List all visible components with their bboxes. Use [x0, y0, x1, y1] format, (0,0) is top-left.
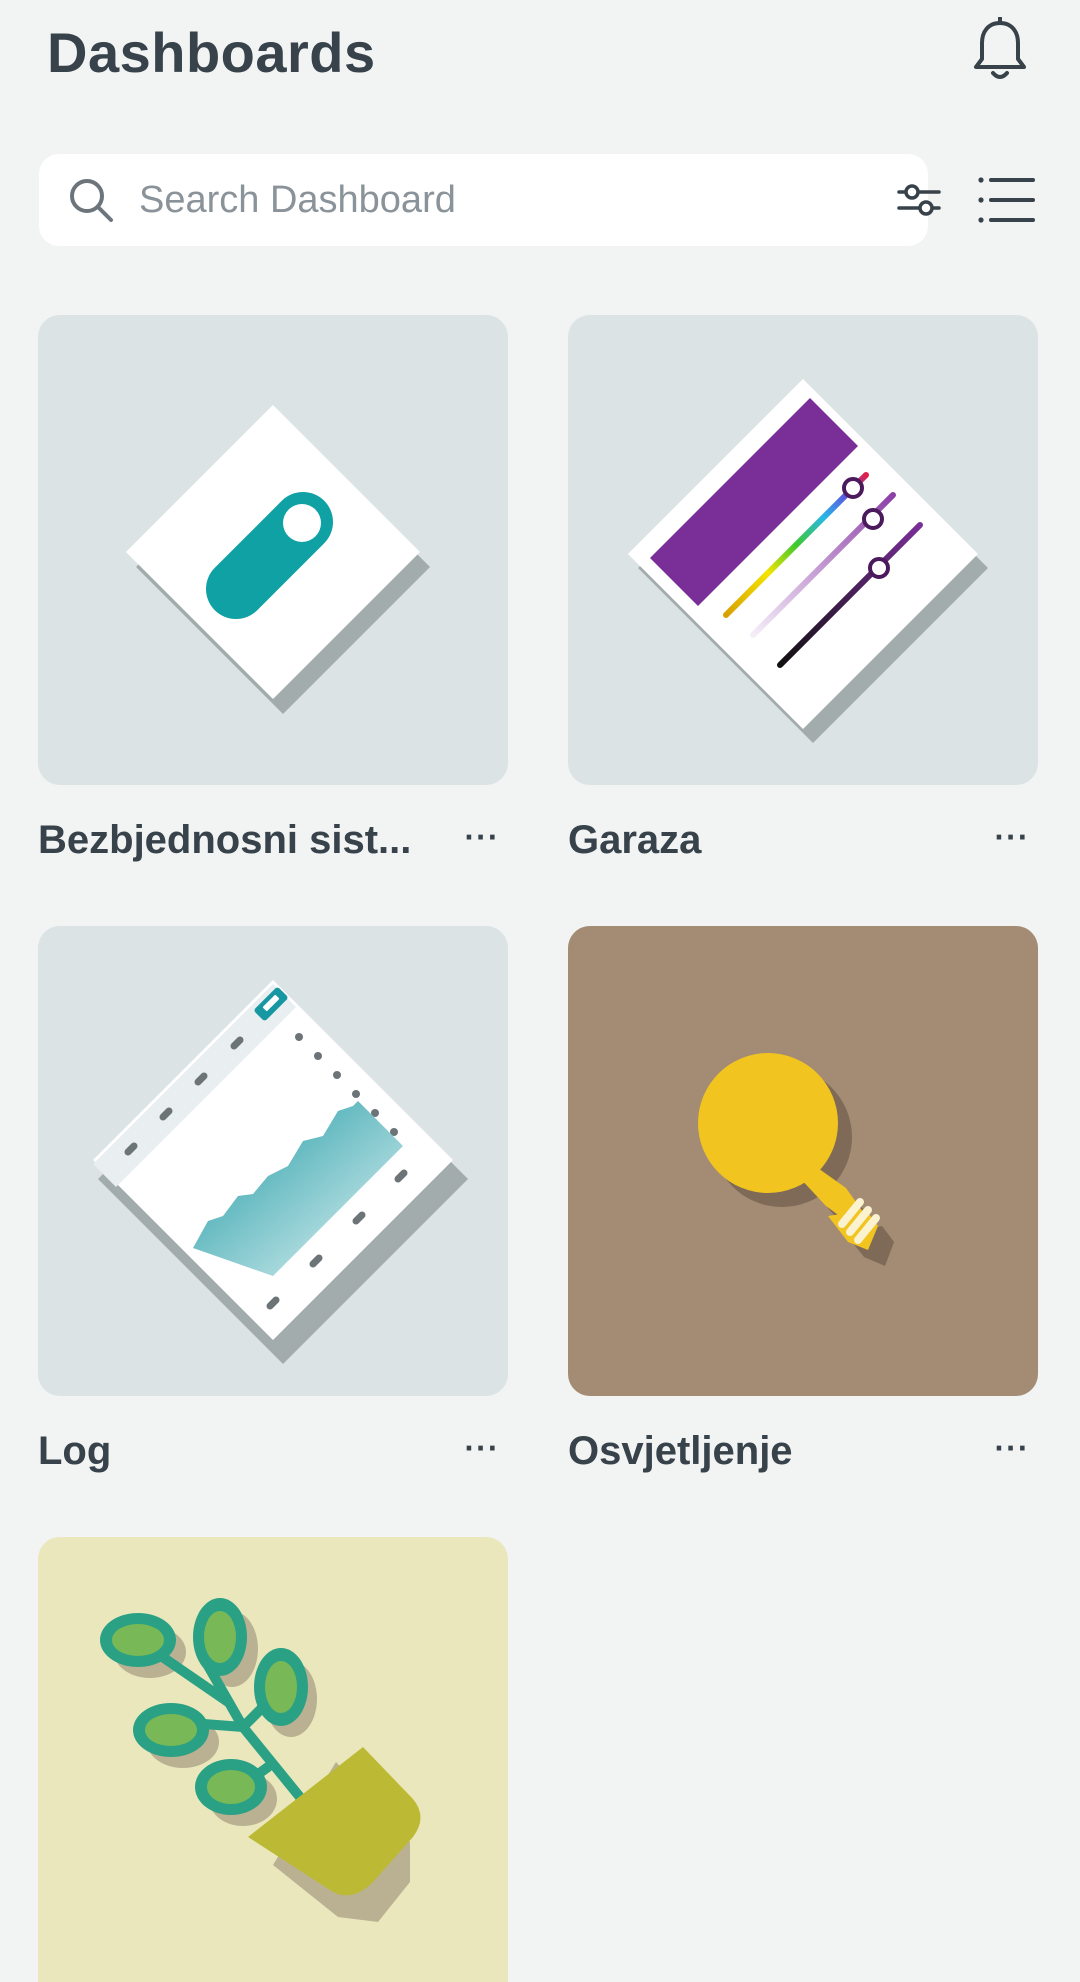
color-sliders-icon: [628, 379, 988, 743]
dashboard-card[interactable]: Bezbjednosni sist... ···: [38, 315, 508, 862]
search-input[interactable]: [139, 154, 839, 246]
toggle-switch-icon: [126, 405, 430, 714]
dashboard-name: Garaza: [568, 818, 702, 862]
dashboard-thumbnail[interactable]: [568, 315, 1038, 785]
more-options-icon[interactable]: ···: [456, 817, 508, 857]
dashboard-card[interactable]: Log ···: [38, 926, 508, 1473]
more-options-icon[interactable]: ···: [986, 1428, 1038, 1468]
notifications-bell-icon[interactable]: [964, 14, 1036, 86]
dashboard-thumbnail[interactable]: [38, 315, 508, 785]
light-bulb-icon: [698, 1053, 894, 1266]
more-options-icon[interactable]: ···: [456, 1428, 508, 1468]
dashboard-thumbnail[interactable]: [38, 926, 508, 1396]
page-title: Dashboards: [47, 21, 376, 84]
area-chart-icon: [93, 980, 468, 1364]
more-options-icon[interactable]: ···: [986, 817, 1038, 857]
dashboard-name: Log: [38, 1429, 112, 1473]
dashboard-name: Bezbjednosni sist...: [38, 818, 412, 862]
dashboard-card[interactable]: Osvjetljenje ···: [568, 926, 1038, 1473]
search-icon: [70, 179, 113, 222]
dashboards-screen: Dashboards Search Dashboard Bezbjednosni…: [0, 0, 1080, 1982]
list-view-icon[interactable]: [976, 172, 1036, 228]
dashboard-card[interactable]: Garaza ···: [568, 315, 1038, 862]
potted-plant-icon: [100, 1598, 421, 1922]
dashboard-thumbnail[interactable]: [38, 1537, 508, 1982]
dashboard-thumbnail[interactable]: [568, 926, 1038, 1396]
dashboard-card[interactable]: [38, 1537, 508, 1982]
filter-sliders-icon[interactable]: [895, 176, 943, 224]
dashboard-name: Osvjetljenje: [568, 1429, 793, 1473]
search-bar: [39, 154, 941, 246]
